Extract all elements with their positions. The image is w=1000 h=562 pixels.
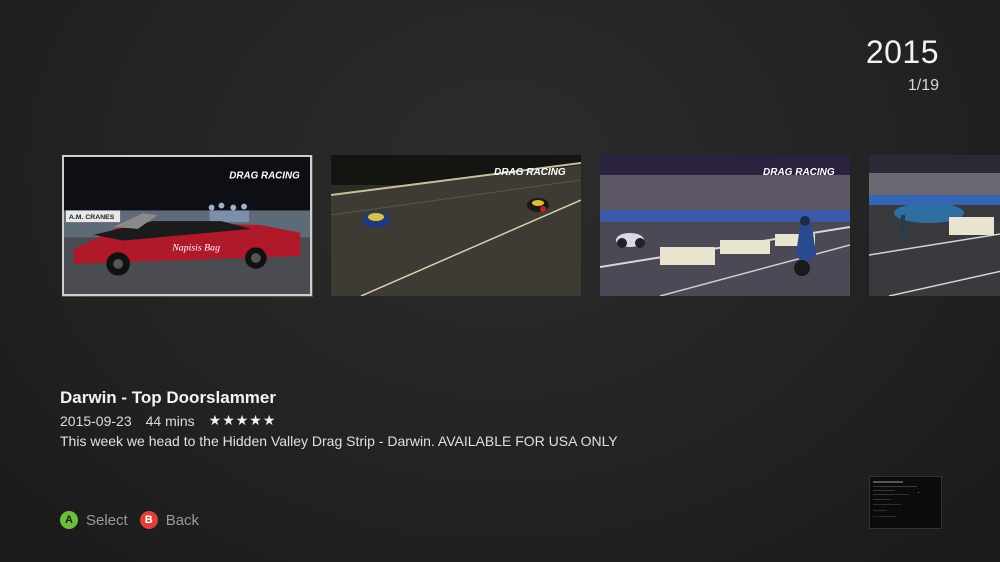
year-label: 2015 — [865, 34, 939, 70]
episode-description: This week we head to the Hidden Valley D… — [60, 433, 618, 449]
page-counter: 1/19 — [907, 77, 939, 94]
episode-thumbnail[interactable]: A.M. CRANES Napisis Bag DRAG RACING — [62, 155, 312, 296]
episode-thumbnail[interactable]: DRAG RACING — [600, 155, 850, 296]
star-rating: ★★★★★ — [208, 412, 277, 428]
episode-info: Darwin - Top Doorslammer 2015-09-23 44 m… — [60, 388, 880, 449]
overlay-logo-text: DRAG RACING — [763, 167, 835, 178]
back-label: Back — [165, 511, 200, 529]
b-button-icon: B — [139, 511, 158, 529]
select-hint[interactable]: A Select — [60, 511, 128, 529]
thumbnail-image: DRAG RACING — [331, 155, 581, 296]
thumbnail-image: DRAG RACING — [600, 155, 850, 296]
thumbnail-image — [869, 155, 1000, 296]
episode-meta: 2015-09-23 44 mins ★★★★★ — [60, 412, 880, 429]
controller-hints: A Select B Back — [60, 511, 211, 529]
select-label: Select — [86, 511, 128, 529]
a-button-icon: A — [60, 511, 78, 529]
episode-carousel: A.M. CRANES Napisis Bag DRAG RACING DRAG… — [62, 155, 1000, 299]
episode-thumbnail[interactable] — [869, 155, 1000, 296]
back-hint[interactable]: B Back — [139, 511, 200, 529]
car-text: Napisis Bag — [171, 242, 220, 253]
episode-date: 2015-09-23 — [60, 412, 132, 429]
overlay-logo-text: DRAG RACING — [229, 170, 300, 181]
episode-duration: 44 mins — [145, 412, 195, 429]
overlay-logo-text: DRAG RACING — [494, 167, 566, 178]
thumbnail-image: A.M. CRANES Napisis Bag DRAG RACING — [64, 157, 310, 294]
episode-thumbnail[interactable]: DRAG RACING — [331, 155, 581, 296]
preview-image — [870, 477, 941, 528]
episode-title: Darwin - Top Doorslammer — [60, 388, 276, 407]
sign-text: A.M. CRANES — [69, 214, 115, 221]
mini-video-preview — [869, 476, 942, 529]
